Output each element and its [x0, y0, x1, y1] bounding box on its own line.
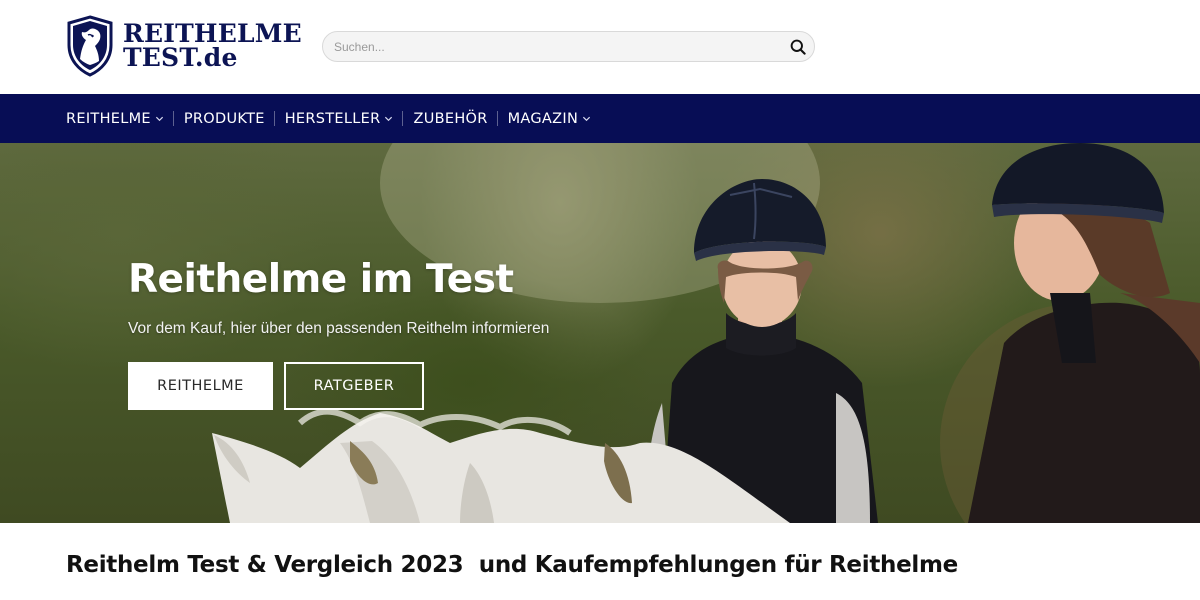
hero-banner: Reithelme im Test Vor dem Kauf, hier übe… [0, 143, 1200, 523]
search-input[interactable] [323, 32, 782, 61]
nav-item-label: REITHELME [66, 110, 151, 127]
nav-divider [172, 111, 174, 126]
search-bar [322, 31, 815, 62]
reithelme-button[interactable]: REITHELME [128, 362, 273, 410]
logo-line-2: TEST.de [123, 43, 238, 72]
nav-divider [402, 111, 404, 126]
site-header: REITHELME TEST.de [0, 0, 1200, 94]
hero-title: Reithelme im Test [128, 257, 514, 302]
chevron-down-icon [583, 116, 591, 122]
nav-item-label: PRODUKTE [183, 110, 265, 127]
site-logo[interactable]: REITHELME TEST.de [66, 14, 302, 78]
nav-item-zubehoer[interactable]: ZUBEHÖR [413, 111, 487, 127]
nav-item-hersteller[interactable]: HERSTELLER [285, 111, 394, 127]
nav-item-label: HERSTELLER [284, 110, 381, 127]
ratgeber-button[interactable]: RATGEBER [284, 362, 424, 410]
nav-item-magazin[interactable]: MAGAZIN [508, 111, 592, 127]
chevron-down-icon [155, 116, 163, 122]
search-icon[interactable] [782, 31, 814, 62]
chevron-down-icon [385, 116, 393, 122]
horse-shield-icon [66, 15, 114, 77]
page-heading: Reithelm Test & Vergleich 2023 und Kaufe… [66, 552, 958, 578]
hero-subtitle: Vor dem Kauf, hier über den passenden Re… [128, 320, 550, 337]
nav-divider [273, 111, 275, 126]
nav-divider [496, 111, 498, 126]
nav-item-label: MAGAZIN [507, 110, 579, 127]
nav-item-label: ZUBEHÖR [413, 110, 488, 127]
main-navigation: REITHELME PRODUKTE HERSTELLER ZUBEHÖR MA… [0, 94, 1200, 143]
nav-item-produkte[interactable]: PRODUKTE [184, 111, 265, 127]
nav-item-reithelme[interactable]: REITHELME [66, 111, 164, 127]
